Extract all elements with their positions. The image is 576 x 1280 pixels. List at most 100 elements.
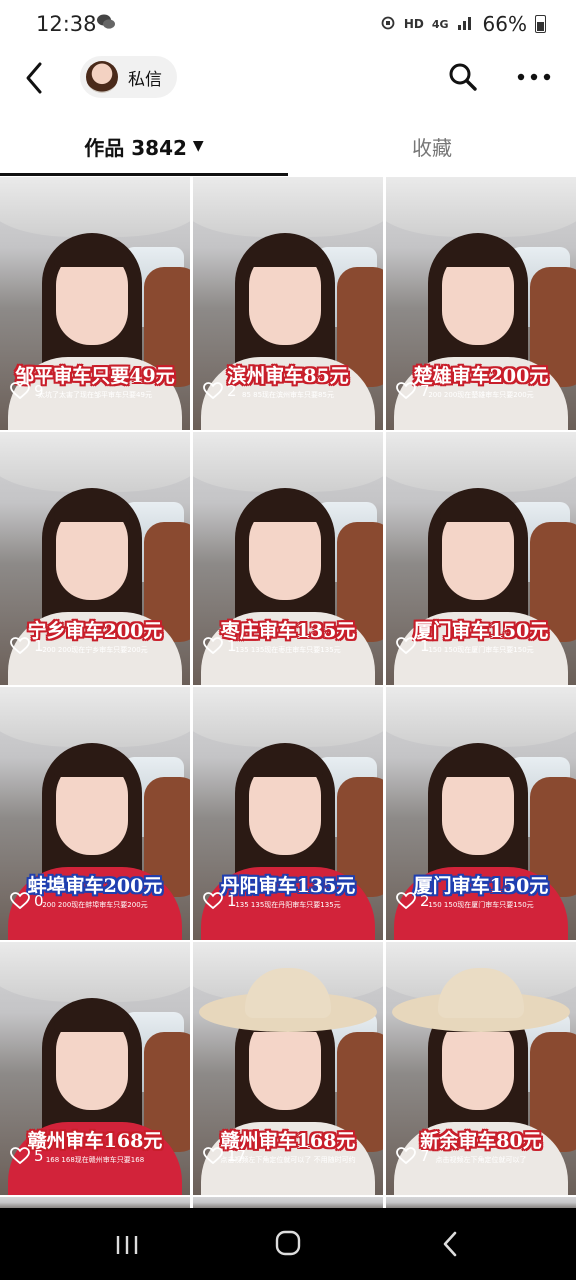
battery-percentage: 66%: [482, 12, 527, 36]
video-thumbnail[interactable]: 枣庄审车135元 135 135现在枣庄审车只要135元 1: [193, 432, 383, 685]
video-thumbnail[interactable]: 宁乡审车200元 200 200现在宁乡审车只要200元 1: [0, 432, 190, 685]
person-bangs-graphic: [247, 747, 323, 777]
like-count-value: 9: [34, 382, 44, 400]
home-button[interactable]: [275, 1230, 301, 1256]
like-count-value: 7: [420, 382, 430, 400]
person-bangs-graphic: [440, 747, 516, 777]
video-thumbnail-partial[interactable]: [0, 1197, 190, 1208]
like-count: 1: [203, 892, 237, 910]
car-roof-graphic: [193, 432, 383, 492]
like-count-value: 1: [227, 637, 237, 655]
video-thumbnail[interactable]: 赣州审车168元 点击视频左下角定位就可以了 不用随时可约 17: [193, 942, 383, 1195]
video-thumbnail[interactable]: 厦门审车150元 150 150现在厦门审车只要150元 2: [386, 687, 576, 940]
heart-icon: [10, 637, 30, 655]
video-thumbnail[interactable]: 滨州审车85元 85 85现在滨州审车只要85元 2: [193, 177, 383, 430]
like-count-value: 17: [227, 1147, 247, 1165]
heart-icon: [203, 1147, 223, 1165]
more-options-button[interactable]: [515, 64, 553, 90]
like-count-value: 0: [34, 892, 44, 910]
like-count-value: 1: [34, 637, 44, 655]
car-roof-graphic: [0, 687, 190, 747]
heart-icon: [396, 382, 416, 400]
video-grid: 邹平审车只要49元 太坑了太害了现在邹平审车只要49元 9 滨州审车85元 85 85…: [0, 177, 576, 1208]
person-bangs-graphic: [54, 747, 130, 777]
avatar: [86, 61, 118, 93]
like-count: 2: [396, 892, 430, 910]
video-thumbnail-partial[interactable]: [386, 1197, 576, 1208]
video-thumbnail[interactable]: 新余审车80元 点击视频左下角定位就可以了 7: [386, 942, 576, 1195]
search-button[interactable]: [446, 60, 480, 94]
car-roof-graphic: [0, 942, 190, 1002]
back-chevron-icon: [443, 1231, 457, 1257]
like-count-value: 1: [420, 637, 430, 655]
like-count: 5: [10, 1147, 44, 1165]
tab-favorites[interactable]: 收藏: [288, 116, 576, 176]
heart-icon: [396, 637, 416, 655]
status-time: 12:38: [36, 12, 97, 36]
person-bangs-graphic: [247, 237, 323, 267]
recents-icon: [116, 1236, 138, 1254]
heart-icon: [10, 892, 30, 910]
back-arrow-icon: [26, 62, 42, 94]
video-thumbnail[interactable]: 邹平审车只要49元 太坑了太害了现在邹平审车只要49元 9: [0, 177, 190, 430]
alarm-icon: [380, 14, 396, 34]
like-count-value: 1: [227, 892, 237, 910]
car-roof-graphic: [0, 177, 190, 237]
video-thumbnail-partial[interactable]: [193, 1197, 383, 1208]
heart-icon: [396, 892, 416, 910]
like-count-value: 7: [420, 1147, 430, 1165]
profile-tabs: 作品 3842 ▼ 收藏: [0, 116, 576, 176]
back-button[interactable]: [18, 60, 54, 96]
car-roof-graphic: [386, 177, 576, 237]
heart-icon: [203, 382, 223, 400]
heart-icon: [203, 637, 223, 655]
person-bangs-graphic: [54, 1002, 130, 1032]
tab-active-indicator: [0, 173, 288, 176]
like-count: 2: [203, 382, 237, 400]
battery-icon: [535, 15, 546, 33]
tab-works-label: 作品 3842: [84, 135, 187, 160]
like-count: 0: [10, 892, 44, 910]
like-count: 1: [396, 637, 430, 655]
system-back-button[interactable]: [440, 1230, 460, 1258]
like-count: 7: [396, 382, 430, 400]
video-thumbnail[interactable]: 赣州审车168元 168 168现在赣州审车只要168 5: [0, 942, 190, 1195]
like-count-value: 5: [34, 1147, 44, 1165]
like-count-value: 2: [227, 382, 237, 400]
car-roof-graphic: [0, 432, 190, 492]
person-bangs-graphic: [247, 492, 323, 522]
heart-icon: [396, 1147, 416, 1165]
video-thumbnail[interactable]: 丹阳审车135元 135 135现在丹阳审车只要135元 1: [193, 687, 383, 940]
like-count: 1: [10, 637, 44, 655]
car-roof-graphic: [386, 687, 576, 747]
car-roof-graphic: [386, 432, 576, 492]
video-thumbnail[interactable]: 厦门审车150元 150 150现在厦门审车只要150元 1: [386, 432, 576, 685]
person-bangs-graphic: [440, 492, 516, 522]
heart-icon: [203, 892, 223, 910]
car-roof-graphic: [193, 177, 383, 237]
home-icon: [275, 1230, 301, 1256]
video-thumbnail[interactable]: 蚌埠审车200元 200 200现在蚌埠审车只要200元 0: [0, 687, 190, 940]
heart-icon: [10, 1147, 30, 1165]
signal-icon: [457, 14, 475, 34]
system-navigation-bar: [0, 1208, 576, 1280]
video-thumbnail[interactable]: 楚雄审车200元 200 200现在楚雄审车只要200元 7: [386, 177, 576, 430]
person-bangs-graphic: [54, 492, 130, 522]
car-roof-graphic: [193, 687, 383, 747]
network-4g-indicator: 4G: [431, 17, 449, 31]
status-bar: 12:38 HD 4G 66%: [0, 0, 576, 46]
status-indicators: HD 4G 66%: [380, 12, 546, 36]
caret-down-icon[interactable]: ▼: [193, 138, 204, 154]
wechat-icon: [96, 13, 116, 36]
person-bangs-graphic: [440, 237, 516, 267]
like-count: 9: [10, 382, 44, 400]
like-count: 17: [203, 1147, 246, 1165]
like-count: 1: [203, 637, 237, 655]
heart-icon: [10, 382, 30, 400]
hd-indicator: HD: [403, 17, 424, 31]
private-message-button[interactable]: 私信: [80, 56, 177, 98]
recent-apps-button[interactable]: [114, 1234, 140, 1256]
person-bangs-graphic: [54, 237, 130, 267]
search-icon: [449, 63, 477, 91]
tab-works[interactable]: 作品 3842 ▼: [0, 116, 288, 176]
